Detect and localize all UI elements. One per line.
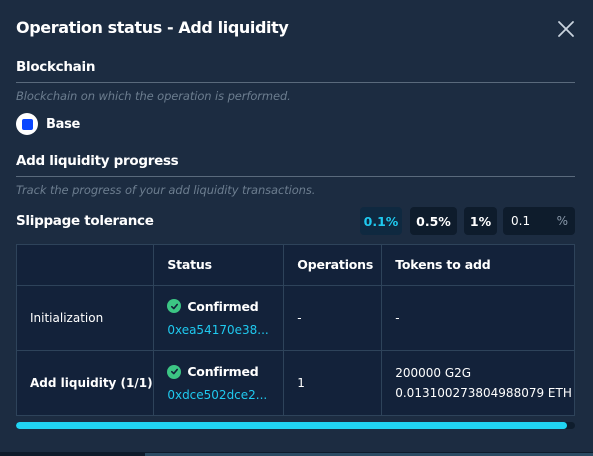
modal-title: Operation status - Add liquidity xyxy=(16,18,289,37)
column-header-operations: Operations xyxy=(283,245,383,286)
progress-description: Track the progress of your add liquidity… xyxy=(16,183,316,197)
divider xyxy=(16,82,575,83)
status-cell: Confirmed 0xdce502dce2... xyxy=(153,350,285,415)
scrollbar-thumb[interactable] xyxy=(16,422,567,429)
close-icon[interactable] xyxy=(556,19,576,39)
column-header-step xyxy=(17,245,155,286)
tx-hash-link[interactable]: 0xea54170e38... xyxy=(167,323,283,337)
operation-status-modal: Operation status - Add liquidity Blockch… xyxy=(0,0,593,456)
base-chain-icon xyxy=(16,113,38,135)
check-circle-icon xyxy=(167,299,182,313)
tokens-cell: 200000 G2G 0.013100273804988079 ETH xyxy=(381,350,574,415)
status-text: Confirmed xyxy=(187,364,259,379)
slippage-option-0-5[interactable]: 0.5% xyxy=(410,207,457,235)
column-header-status: Status xyxy=(153,245,285,286)
slippage-label: Slippage tolerance xyxy=(16,213,154,229)
tx-hash-link[interactable]: 0xdce502dce2... xyxy=(167,388,283,402)
slippage-option-0-1[interactable]: 0.1% xyxy=(360,207,402,235)
slippage-custom-value: 0.1 xyxy=(511,214,531,228)
tokens-cell: - xyxy=(381,285,574,351)
status-text: Confirmed xyxy=(187,298,259,314)
table-header-row: Status Operations Tokens to add xyxy=(17,245,574,286)
step-cell: Add liquidity (1/1) xyxy=(17,350,155,415)
check-circle-icon xyxy=(167,364,182,379)
token-amount: - xyxy=(395,310,400,325)
table-row: Initialization Confirmed 0xea54170e38...… xyxy=(17,285,574,351)
token-amount: 0.013100273804988079 ETH xyxy=(395,386,572,400)
table-scrollbar[interactable] xyxy=(16,422,575,429)
chain-indicator: Base xyxy=(16,113,80,135)
slippage-custom-input[interactable]: 0.1 % xyxy=(503,207,575,235)
slippage-percent-suffix: % xyxy=(556,214,568,228)
status-cell: Confirmed 0xea54170e38... xyxy=(153,285,285,351)
operations-cell: 1 xyxy=(283,350,383,415)
transactions-table-scroll[interactable]: Status Operations Tokens to add Initiali… xyxy=(16,244,575,416)
column-header-tokens: Tokens to add xyxy=(381,245,574,286)
table-row: Add liquidity (1/1) Confirmed 0xdce502dc… xyxy=(17,350,574,415)
token-amount: 200000 G2G xyxy=(395,366,472,380)
transactions-table: Status Operations Tokens to add Initiali… xyxy=(17,245,574,415)
divider xyxy=(16,176,575,177)
blockchain-description: Blockchain on which the operation is per… xyxy=(16,89,291,103)
step-cell: Initialization xyxy=(17,285,155,351)
progress-section-title: Add liquidity progress xyxy=(16,153,179,169)
blockchain-section-title: Blockchain xyxy=(16,59,96,75)
chain-name: Base xyxy=(46,116,81,132)
slippage-option-1[interactable]: 1% xyxy=(464,207,497,235)
operations-cell: - xyxy=(283,285,383,351)
